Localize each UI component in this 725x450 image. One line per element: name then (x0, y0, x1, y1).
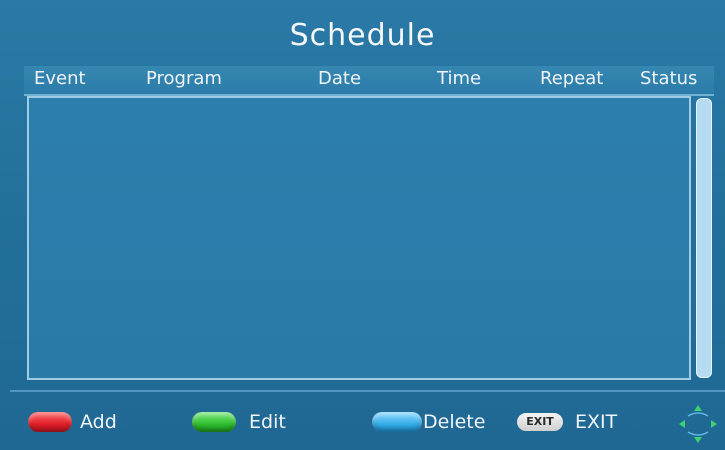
column-header-repeat: Repeat (540, 68, 604, 89)
page-title: Schedule (289, 18, 436, 53)
footer-divider (10, 390, 725, 392)
exit-key-icon[interactable]: EXIT (517, 413, 563, 431)
footer-key-bar: Add Edit Delete EXIT EXIT (0, 400, 725, 450)
column-header-time: Time (437, 68, 482, 89)
scrollbar[interactable] (696, 98, 712, 378)
table-header: Event Program Date Time Repeat Status (24, 66, 714, 96)
edit-button[interactable]: Edit (249, 411, 286, 433)
dpad-arrows-icon (679, 405, 717, 443)
blue-color-key-icon[interactable] (372, 412, 422, 432)
add-button[interactable]: Add (80, 411, 117, 433)
column-header-date: Date (318, 68, 362, 89)
red-color-key-icon[interactable] (28, 412, 72, 432)
schedule-screen: Schedule Event Program Date Time Repeat … (0, 0, 725, 450)
column-header-event: Event (34, 68, 86, 89)
column-header-program: Program (146, 68, 222, 89)
delete-button[interactable]: Delete (423, 411, 485, 433)
green-color-key-icon[interactable] (192, 412, 236, 432)
exit-button[interactable]: EXIT (575, 411, 617, 433)
column-header-status: Status (640, 68, 698, 89)
schedule-list[interactable] (27, 96, 691, 380)
